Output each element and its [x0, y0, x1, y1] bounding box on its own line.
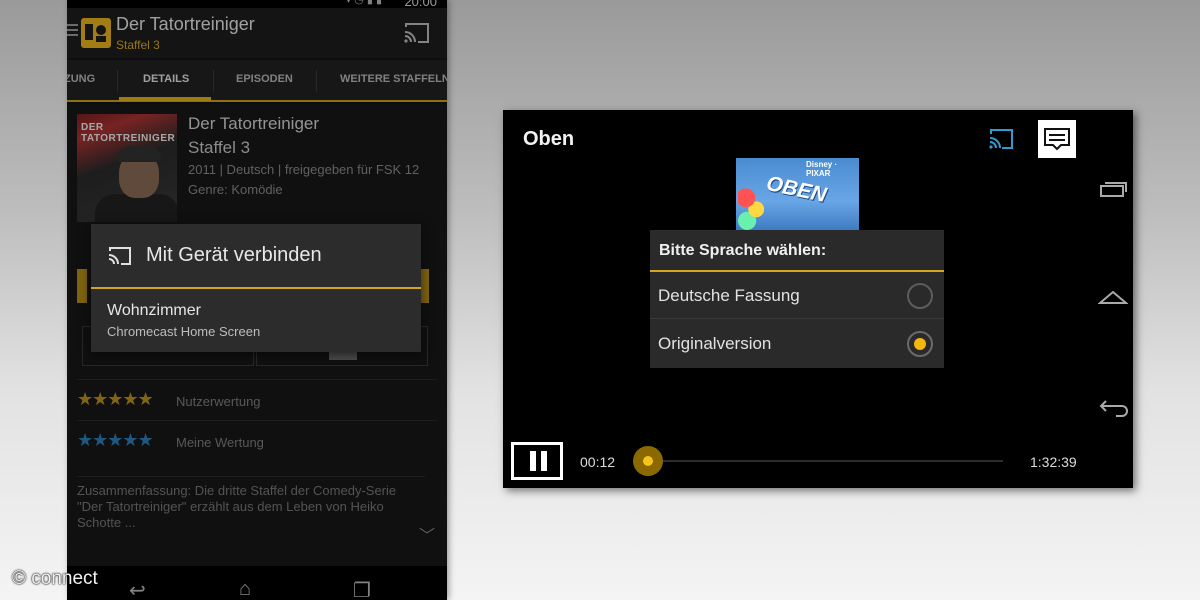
active-tab-indicator	[119, 97, 211, 101]
seek-bar[interactable]	[648, 460, 1003, 462]
show-genre: Genre: Komödie	[188, 182, 283, 197]
radio-button-selected[interactable]	[907, 331, 933, 357]
tab-bewertung[interactable]: ZUNG	[67, 73, 95, 85]
home-icon[interactable]	[1097, 288, 1129, 306]
home-icon[interactable]: ⌂	[239, 578, 251, 600]
poster-title: DER TATORTREINIGER	[81, 122, 176, 144]
cast-device-status: Chromecast Home Screen	[107, 324, 261, 339]
language-option-label: Originalversion	[658, 334, 772, 353]
cast-icon[interactable]	[403, 22, 431, 44]
rating-row-user: ★★★★★ Nutzerwertung	[77, 379, 437, 419]
play-button-edge	[77, 269, 87, 303]
cast-dialog: Mit Gerät verbinden Wohnzimmer Chromecas…	[91, 224, 421, 352]
tab-episoden[interactable]: EPISODEN	[236, 73, 293, 85]
show-meta: 2011 | Deutsch | freigegeben für FSK 12	[188, 162, 420, 177]
chevron-down-icon[interactable]: ﹀	[419, 522, 435, 546]
language-option-deutsch[interactable]: Deutsche Fassung	[650, 272, 944, 319]
rating-row-mine[interactable]: ★★★★★ Meine Wertung	[77, 420, 437, 460]
language-dialog-title: Bitte Sprache wählen:	[659, 242, 827, 259]
recent-apps-icon[interactable]	[1098, 180, 1128, 198]
tab-divider	[117, 70, 118, 92]
total-duration: 1:32:39	[1030, 454, 1077, 470]
rating-label: Nutzerwertung	[176, 394, 261, 409]
seek-handle[interactable]	[633, 446, 663, 476]
copyright-watermark: © connect	[12, 568, 98, 589]
cover-brand: Disney · PIXAR	[806, 160, 838, 178]
language-option-label: Deutsche Fassung	[658, 286, 800, 305]
rating-label: Meine Wertung	[176, 435, 264, 450]
language-option-original[interactable]: Originalversion	[650, 320, 944, 367]
tab-weitere-staffeln[interactable]: WEITERE STAFFELN	[340, 73, 447, 85]
season-label: Staffel 3	[188, 138, 251, 157]
back-icon[interactable]: ↩	[129, 578, 146, 600]
menu-icon[interactable]	[67, 24, 78, 38]
radio-button[interactable]	[907, 283, 933, 309]
video-player: Oben Disney · PIXAR OBEN Bitte Sprache w…	[503, 110, 1133, 488]
rating-stars: ★★★★★	[77, 389, 154, 409]
poster-image[interactable]: DER TATORTREINIGER	[77, 114, 177, 222]
app-title: Der Tatortreiniger	[116, 14, 255, 34]
movie-cover: Disney · PIXAR OBEN	[736, 158, 859, 230]
back-icon[interactable]	[1098, 398, 1130, 418]
radio-selected-dot	[914, 338, 926, 350]
tab-divider	[316, 70, 317, 92]
status-bar: ▾◷▮▮ 20:00	[67, 0, 447, 9]
cast-dialog-title: Mit Gerät verbinden	[146, 244, 322, 266]
tab-bar: ZUNG DETAILS EPISODEN WEITERE STAFFELN	[67, 60, 447, 102]
system-nav-bar: ↩ ⌂ ❐	[67, 566, 447, 600]
tab-details[interactable]: DETAILS	[143, 73, 189, 85]
show-title: Der Tatortreiniger	[188, 114, 320, 133]
cast-icon[interactable]	[988, 128, 1014, 150]
app-subtitle: Staffel 3	[116, 38, 160, 52]
subtitles-button[interactable]	[1038, 120, 1076, 158]
elapsed-time: 00:12	[580, 454, 616, 470]
pause-button[interactable]	[511, 442, 563, 480]
rating-stars[interactable]: ★★★★★	[77, 430, 154, 451]
recent-apps-icon[interactable]: ❐	[353, 578, 371, 600]
status-icons: ▾◷▮▮	[345, 0, 385, 6]
seek-handle-dot	[643, 456, 653, 466]
poster-figure	[95, 194, 177, 222]
cast-device-name[interactable]: Wohnzimmer	[107, 302, 201, 320]
phone-screen: ▾◷▮▮ 20:00 Der Tatortreiniger Staffel 3 …	[67, 0, 447, 600]
movie-title: Oben	[523, 128, 575, 150]
app-logo[interactable]	[81, 18, 111, 48]
cast-icon	[108, 246, 132, 266]
tab-divider	[213, 70, 214, 92]
app-bar: Der Tatortreiniger Staffel 3	[67, 8, 447, 58]
pause-icon	[530, 451, 536, 471]
cover-balloons	[738, 184, 764, 230]
dialog-divider	[91, 287, 421, 289]
poster-hat	[117, 146, 161, 162]
language-dialog: Bitte Sprache wählen: Deutsche Fassung O…	[650, 230, 944, 368]
subtitles-icon	[1044, 128, 1070, 151]
pause-icon	[541, 451, 547, 471]
summary-text: Zusammenfassung: Die dritte Staffel der …	[77, 476, 425, 531]
